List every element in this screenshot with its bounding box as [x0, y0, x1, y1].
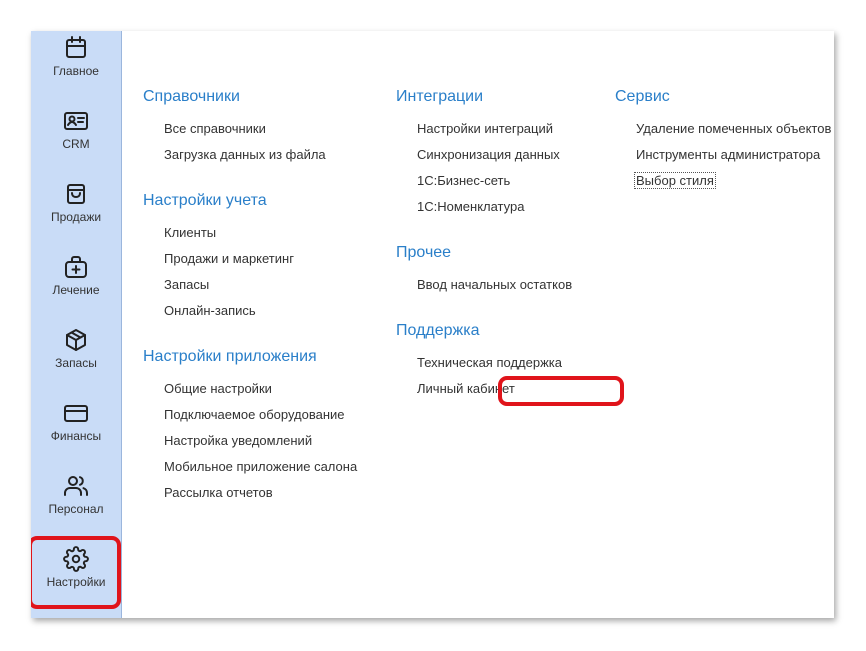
section-title-app: Настройки приложения	[143, 348, 317, 365]
link-tech-support[interactable]: Техническая поддержка	[417, 355, 562, 370]
shopping-bag-icon	[67, 184, 85, 204]
link-style-selection[interactable]: Выбор стиля	[634, 172, 716, 189]
link-load-data-from-file[interactable]: Загрузка данных из файла	[164, 147, 326, 162]
section-title-accounting: Настройки учета	[143, 192, 267, 209]
sidebar-item-label: Персонал	[48, 502, 104, 516]
section-title-service: Сервис	[615, 88, 670, 105]
personal-account-highlight-frame	[498, 376, 624, 406]
link-1c-nomenclature[interactable]: 1С:Номенклатура	[417, 199, 524, 214]
sidebar-item-treatment[interactable]: Лечение	[31, 254, 121, 314]
sidebar-item-finance[interactable]: Финансы	[31, 400, 121, 460]
sidebar-item-stock[interactable]: Запасы	[31, 327, 121, 387]
link-salon-mobile-app[interactable]: Мобильное приложение салона	[164, 459, 357, 474]
credit-card-icon	[64, 405, 88, 422]
link-general-settings[interactable]: Общие настройки	[164, 381, 272, 396]
app-window: Главное CRM Продажи Лечение Запасы Финан…	[31, 31, 834, 618]
link-delete-marked-objects[interactable]: Удаление помеченных объектов	[636, 121, 831, 136]
link-stock[interactable]: Запасы	[164, 277, 209, 292]
gear-icon	[63, 546, 89, 572]
sidebar-item-label: Финансы	[50, 429, 102, 443]
users-icon	[64, 476, 89, 496]
link-all-references[interactable]: Все справочники	[164, 121, 266, 136]
sidebar-item-staff[interactable]: Персонал	[31, 473, 121, 533]
sidebar: Главное CRM Продажи Лечение Запасы Финан…	[31, 31, 122, 618]
section-title-references: Справочники	[143, 88, 240, 105]
link-clients[interactable]: Клиенты	[164, 225, 216, 240]
sidebar-item-crm[interactable]: CRM	[31, 108, 121, 168]
link-personal-account[interactable]: Личный кабинет	[417, 381, 515, 396]
link-notification-settings[interactable]: Настройка уведомлений	[164, 433, 312, 448]
link-connected-equipment[interactable]: Подключаемое оборудование	[164, 407, 345, 422]
calendar-icon	[66, 36, 86, 58]
sidebar-item-label: Настройки	[46, 575, 106, 589]
sidebar-item-main[interactable]: Главное	[31, 35, 121, 95]
sidebar-item-sales[interactable]: Продажи	[31, 181, 121, 241]
section-title-support: Поддержка	[396, 322, 480, 339]
link-admin-tools[interactable]: Инструменты администратора	[636, 147, 820, 162]
sidebar-item-label: CRM	[62, 137, 90, 151]
link-sales-marketing[interactable]: Продажи и маркетинг	[164, 251, 294, 266]
contact-card-icon	[64, 112, 88, 130]
link-data-sync[interactable]: Синхронизация данных	[417, 147, 560, 162]
box-icon	[66, 329, 86, 351]
link-initial-balances[interactable]: Ввод начальных остатков	[417, 277, 572, 292]
section-title-other: Прочее	[396, 244, 452, 261]
sidebar-item-label: Лечение	[52, 283, 100, 297]
sidebar-item-label: Главное	[53, 64, 99, 78]
sidebar-item-label: Продажи	[50, 210, 102, 224]
medical-bag-icon	[65, 256, 87, 278]
sidebar-item-label: Запасы	[55, 356, 97, 370]
settings-panel: Справочники Все справочники Загрузка дан…	[122, 31, 834, 618]
sidebar-item-settings[interactable]: Настройки	[31, 546, 121, 606]
link-1c-business-network[interactable]: 1С:Бизнес-сеть	[417, 173, 510, 188]
link-online-booking[interactable]: Онлайн-запись	[164, 303, 256, 318]
link-integration-settings[interactable]: Настройки интеграций	[417, 121, 553, 136]
section-title-integrations: Интеграции	[396, 88, 484, 105]
link-report-mailing[interactable]: Рассылка отчетов	[164, 485, 273, 500]
